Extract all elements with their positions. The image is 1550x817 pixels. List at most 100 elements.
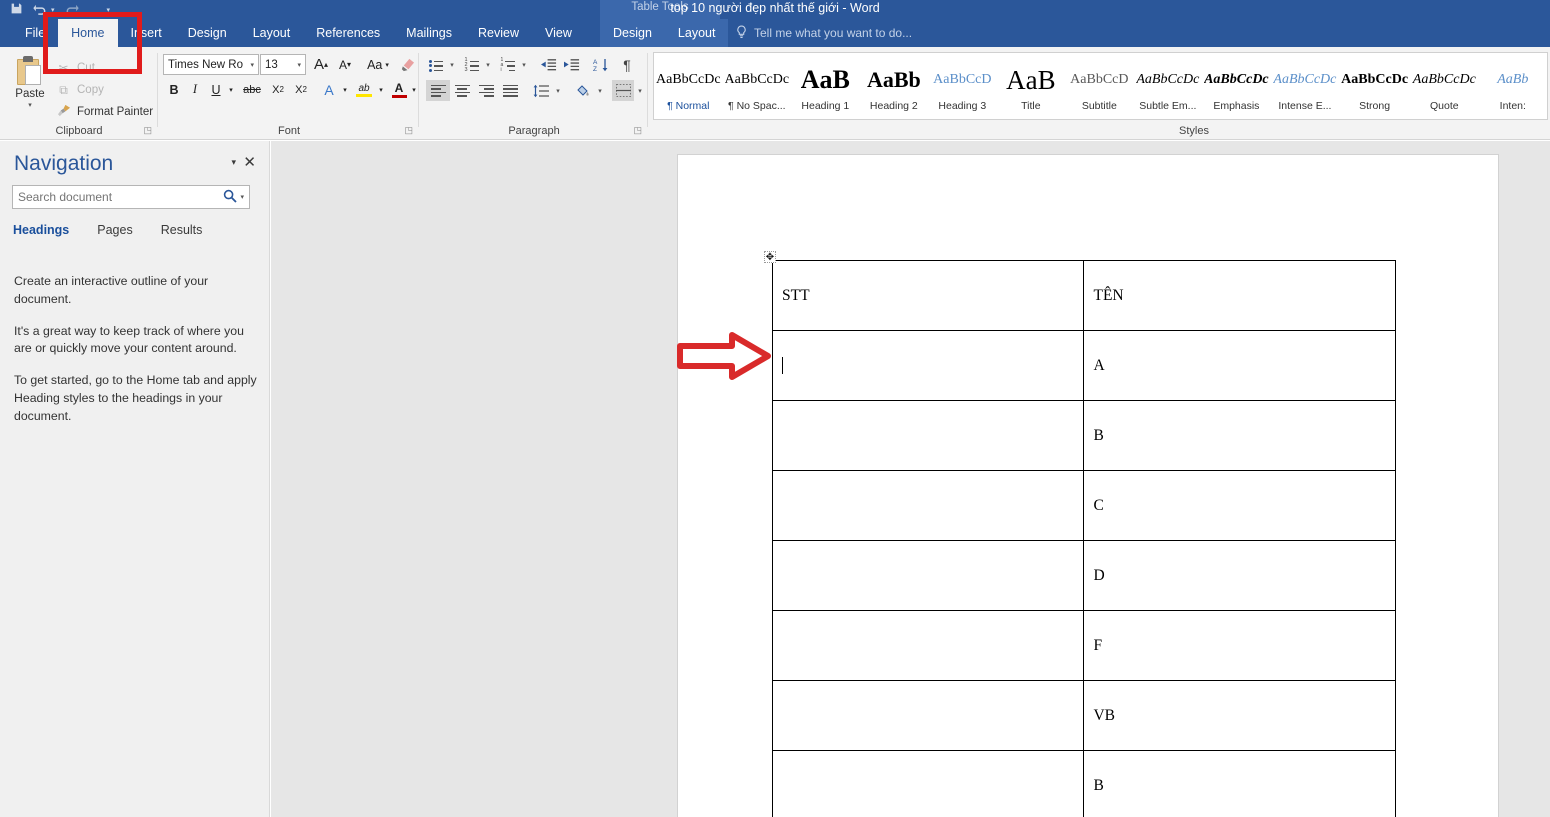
- align-right-button[interactable]: [474, 80, 498, 101]
- table-cell-ten[interactable]: C: [1083, 470, 1396, 541]
- tab-view[interactable]: View: [532, 19, 585, 47]
- search-input[interactable]: [13, 190, 224, 204]
- table-cell-stt[interactable]: [771, 330, 1085, 401]
- borders-button[interactable]: [612, 80, 634, 101]
- line-spacing-button[interactable]: [530, 80, 552, 101]
- nav-tab-headings[interactable]: Headings: [13, 223, 69, 237]
- table-move-handle[interactable]: ✥: [764, 251, 776, 263]
- font-size-combo[interactable]: 13 ▾: [260, 54, 306, 75]
- tab-references[interactable]: References: [303, 19, 393, 47]
- chevron-down-icon[interactable]: ▾: [250, 61, 254, 69]
- close-icon[interactable]: ✕: [243, 153, 256, 171]
- navigation-options-icon[interactable]: ▾: [231, 157, 236, 168]
- justify-button[interactable]: [498, 80, 522, 101]
- text-effects-dropdown-icon[interactable]: ▾: [339, 79, 351, 100]
- table-cell-stt[interactable]: [771, 610, 1085, 681]
- numbering-dropdown-icon[interactable]: ▾: [482, 54, 494, 75]
- style-item[interactable]: AaBbCcDc Quote: [1410, 53, 1479, 119]
- text-effects-button[interactable]: A: [319, 79, 339, 100]
- align-left-button[interactable]: [426, 80, 450, 101]
- style-item[interactable]: AaBbCcDc Strong: [1339, 53, 1410, 119]
- shrink-font-button[interactable]: A ▾: [334, 54, 356, 75]
- increase-indent-button[interactable]: [561, 54, 583, 75]
- search-icon[interactable]: [223, 189, 238, 206]
- style-item[interactable]: AaBbCcDc ¶ No Spac...: [723, 53, 792, 119]
- tell-me-search[interactable]: Tell me what you want to do...: [736, 19, 912, 47]
- document-table[interactable]: STT TÊN A B C D F VB B: [771, 260, 1396, 817]
- superscript-button[interactable]: X2: [290, 79, 312, 100]
- table-cell-ten[interactable]: D: [1083, 540, 1396, 611]
- tab-review[interactable]: Review: [465, 19, 532, 47]
- change-case-button[interactable]: Aa ▾: [362, 54, 394, 75]
- table-cell-ten[interactable]: A: [1083, 330, 1396, 401]
- style-item[interactable]: AaBbCcDc Subtle Em...: [1134, 53, 1203, 119]
- chevron-down-icon[interactable]: ▾: [297, 61, 301, 69]
- tab-layout[interactable]: Layout: [240, 19, 304, 47]
- table-header-cell[interactable]: STT: [771, 260, 1085, 331]
- cut-button[interactable]: ✂ Cut: [56, 58, 94, 78]
- format-painter-button[interactable]: Format Painter: [56, 102, 153, 122]
- copy-button[interactable]: ⧉ Copy: [56, 80, 104, 100]
- style-item[interactable]: AaBbCcDc Emphasis: [1202, 53, 1271, 119]
- table-cell-stt[interactable]: [771, 540, 1085, 611]
- strikethrough-button[interactable]: abc: [239, 79, 265, 100]
- underline-dropdown-icon[interactable]: ▾: [225, 79, 237, 100]
- shading-button[interactable]: [572, 80, 594, 101]
- multilevel-list-button[interactable]: 1ai: [498, 54, 518, 75]
- numbering-button[interactable]: 123: [462, 54, 482, 75]
- tab-table-layout[interactable]: Layout: [665, 19, 729, 47]
- italic-button[interactable]: I: [185, 79, 205, 100]
- underline-button[interactable]: U: [206, 79, 226, 100]
- table-cell-stt[interactable]: [771, 750, 1085, 817]
- table-cell-ten[interactable]: B: [1083, 750, 1396, 817]
- table-cell-ten[interactable]: B: [1083, 400, 1396, 471]
- multilevel-dropdown-icon[interactable]: ▾: [518, 54, 530, 75]
- clipboard-dialog-launcher[interactable]: ◳: [143, 125, 152, 136]
- style-item[interactable]: AaBbCcDc ¶ Normal: [654, 53, 723, 119]
- tab-home[interactable]: Home: [58, 19, 118, 47]
- table-cell-stt[interactable]: [771, 470, 1085, 541]
- document-page[interactable]: ✥ STT TÊN A B C D F VB B: [678, 155, 1498, 817]
- font-dialog-launcher[interactable]: ◳: [404, 125, 413, 136]
- styles-gallery[interactable]: AaBbCcDc ¶ Normal AaBbCcDc ¶ No Spac... AaB H…: [653, 52, 1548, 120]
- search-document-box[interactable]: ▾: [12, 185, 250, 209]
- table-header-cell[interactable]: TÊN: [1083, 260, 1396, 331]
- tab-insert[interactable]: Insert: [118, 19, 175, 47]
- sort-button[interactable]: AZ: [590, 54, 612, 75]
- tab-design[interactable]: Design: [175, 19, 240, 47]
- search-options-icon[interactable]: ▾: [240, 193, 244, 201]
- align-center-button[interactable]: [450, 80, 474, 101]
- highlight-dropdown-icon[interactable]: ▾: [375, 79, 387, 100]
- borders-dropdown-icon[interactable]: ▾: [634, 80, 646, 101]
- tab-table-design[interactable]: Design: [600, 19, 665, 47]
- style-item[interactable]: AaBb Heading 2: [860, 53, 929, 119]
- document-canvas[interactable]: ✥ STT TÊN A B C D F VB B: [271, 141, 1550, 817]
- table-cell-ten[interactable]: VB: [1083, 680, 1396, 751]
- paste-dropdown-icon[interactable]: ▾: [28, 101, 32, 109]
- style-item[interactable]: AaBbCcD Subtitle: [1065, 53, 1134, 119]
- style-item[interactable]: AaBbCcD Heading 3: [928, 53, 997, 119]
- highlight-button[interactable]: ab: [353, 79, 375, 100]
- paragraph-dialog-launcher[interactable]: ◳: [633, 125, 642, 136]
- subscript-button[interactable]: X2: [267, 79, 289, 100]
- style-item[interactable]: AaBbCcDc Intense E...: [1271, 53, 1340, 119]
- clear-formatting-button[interactable]: [397, 54, 417, 75]
- font-name-combo[interactable]: Times New Ro ▾: [163, 54, 259, 75]
- paste-button[interactable]: Paste ▾: [8, 53, 52, 125]
- tab-mailings[interactable]: Mailings: [393, 19, 465, 47]
- style-item[interactable]: AaBb Inten:: [1479, 53, 1547, 119]
- show-formatting-marks-button[interactable]: ¶: [616, 54, 638, 75]
- grow-font-button[interactable]: A ▴: [310, 54, 332, 75]
- style-item[interactable]: AaB Title: [997, 53, 1066, 119]
- nav-tab-results[interactable]: Results: [161, 223, 203, 237]
- table-cell-ten[interactable]: F: [1083, 610, 1396, 681]
- bold-button[interactable]: B: [164, 79, 184, 100]
- table-cell-stt[interactable]: [771, 680, 1085, 751]
- tab-file[interactable]: File: [12, 19, 58, 47]
- nav-tab-pages[interactable]: Pages: [97, 223, 132, 237]
- style-item[interactable]: AaB Heading 1: [791, 53, 860, 119]
- bullets-button[interactable]: [426, 54, 446, 75]
- bullets-dropdown-icon[interactable]: ▾: [446, 54, 458, 75]
- decrease-indent-button[interactable]: [538, 54, 560, 75]
- font-color-button[interactable]: A: [389, 79, 409, 100]
